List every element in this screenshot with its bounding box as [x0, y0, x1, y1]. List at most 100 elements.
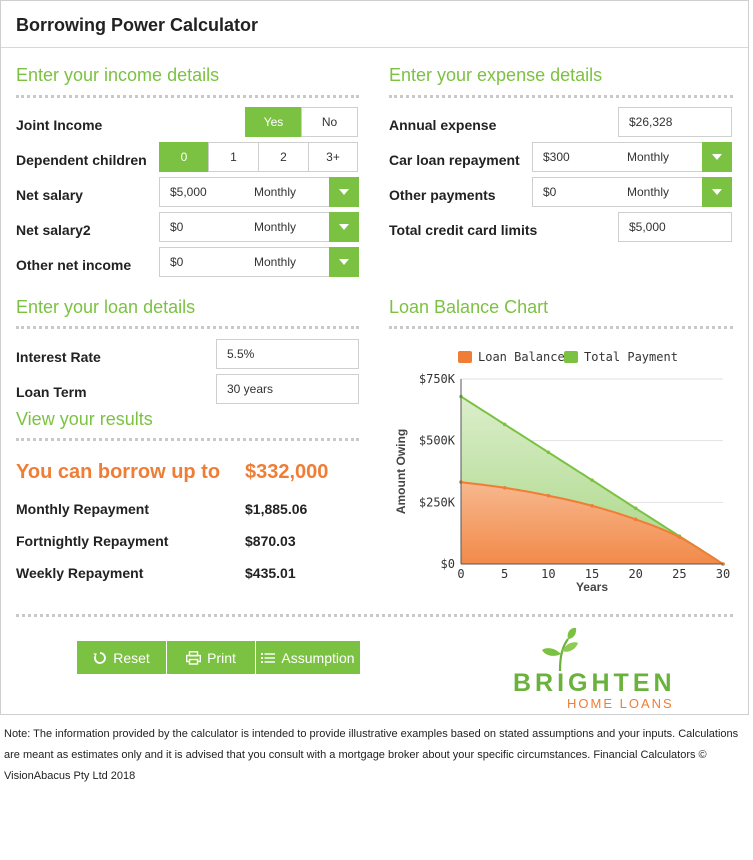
chevron-down-icon: [712, 189, 722, 195]
loan-balance-point: [546, 493, 551, 498]
legend-label: Total Payment: [584, 350, 678, 364]
weekly-repayment-label: Weekly Repayment: [16, 565, 144, 581]
dependents-option-2[interactable]: 2: [258, 142, 309, 172]
other-payments-frequency[interactable]: Monthly: [617, 177, 703, 207]
total-payment-point: [546, 450, 551, 455]
reset-label: Reset: [113, 649, 150, 666]
logo-subtext: HOME LOANS: [567, 696, 674, 711]
loan-balance-chart: $0 $250K $500K $750K 0 5 10 15 20 25 30 Years Amount…: [394, 350, 730, 594]
legend-swatch: [564, 351, 578, 363]
loan-balance-point: [590, 503, 594, 508]
other-net-income-frequency[interactable]: Monthly: [244, 247, 330, 277]
net-salary2-dropdown-button[interactable]: [329, 212, 359, 242]
monthly-repayment-value: $1,885.06: [245, 501, 308, 517]
page-title: Borrowing Power Calculator: [16, 15, 259, 35]
borrow-label: You can borrow up to: [16, 461, 221, 483]
dependents-option-0[interactable]: 0: [159, 142, 209, 172]
x-tick-label: 30: [716, 567, 730, 581]
car-loan-dropdown-button[interactable]: [702, 142, 732, 172]
chevron-down-icon: [712, 154, 722, 160]
brighten-leaf-logo-icon: [542, 627, 578, 672]
expense-heading: Enter your expense details: [389, 65, 603, 85]
divider: [16, 438, 359, 441]
net-salary-dropdown-button[interactable]: [329, 177, 359, 207]
divider: [16, 326, 359, 329]
net-salary-input[interactable]: $5,000: [159, 177, 245, 207]
calculator-panel: Borrowing Power Calculator Enter your in…: [0, 0, 749, 715]
divider: [16, 614, 733, 617]
other-net-income-input[interactable]: $0: [159, 247, 245, 277]
divider: [16, 95, 359, 98]
net-salary-frequency[interactable]: Monthly: [244, 177, 330, 207]
print-button[interactable]: Print: [167, 641, 255, 674]
loan-balance-point: [633, 517, 638, 522]
title-bar: Borrowing Power Calculator: [1, 1, 748, 48]
printer-icon: [186, 650, 202, 665]
assumption-label: Assumption: [281, 649, 355, 666]
net-salary-label: Net salary: [16, 187, 83, 203]
borrow-value: $332,000: [245, 461, 329, 483]
chart-heading: Loan Balance Chart: [389, 297, 549, 317]
reset-button[interactable]: Reset: [77, 641, 166, 674]
weekly-repayment-value: $435.01: [245, 565, 296, 581]
x-tick-label: 5: [501, 567, 508, 581]
x-tick-label: 0: [457, 567, 464, 581]
fortnightly-repayment-label: Fortnightly Repayment: [16, 533, 169, 549]
interest-rate-label: Interest Rate: [16, 349, 101, 365]
annual-expense-input[interactable]: $26,328: [618, 107, 732, 137]
list-icon: [261, 652, 276, 663]
legend-label: Loan Balance: [478, 350, 565, 364]
other-payments-label: Other payments: [389, 187, 496, 203]
loan-balance-point: [502, 485, 507, 490]
income-heading: Enter your income details: [16, 65, 220, 85]
footer-note: Note: The information provided by the ca…: [4, 728, 739, 782]
car-loan-frequency[interactable]: Monthly: [617, 142, 703, 172]
monthly-repayment-label: Monthly Repayment: [16, 501, 150, 517]
chevron-down-icon: [339, 189, 349, 195]
x-tick-label: 25: [672, 567, 686, 581]
dependent-children-label: Dependent children: [16, 152, 147, 168]
total-payment-point: [590, 478, 594, 482]
joint-income-yes[interactable]: Yes: [245, 107, 302, 137]
x-tick-label: 10: [541, 567, 555, 581]
loan-term-input[interactable]: 30 years: [216, 374, 359, 404]
x-tick-label: 15: [585, 567, 599, 581]
dependents-option-1[interactable]: 1: [208, 142, 259, 172]
legend-swatch: [458, 351, 472, 363]
credit-limits-label: Total credit card limits: [389, 222, 538, 238]
car-loan-input[interactable]: $300: [532, 142, 618, 172]
chevron-down-icon: [339, 259, 349, 265]
y-tick-label: $750K: [419, 372, 456, 386]
y-axis-title: Amount Owing: [394, 429, 408, 514]
loan-heading: Enter your loan details: [16, 297, 196, 317]
net-salary2-label: Net salary2: [16, 222, 91, 238]
print-label: Print: [207, 649, 236, 666]
divider: [389, 95, 733, 98]
net-salary2-frequency[interactable]: Monthly: [244, 212, 330, 242]
y-tick-label: $0: [441, 557, 455, 571]
car-loan-label: Car loan repayment: [389, 152, 520, 168]
other-net-income-dropdown-button[interactable]: [329, 247, 359, 277]
joint-income-label: Joint Income: [16, 117, 103, 133]
chevron-down-icon: [339, 224, 349, 230]
annual-expense-label: Annual expense: [389, 117, 497, 133]
net-salary2-input[interactable]: $0: [159, 212, 245, 242]
other-payments-dropdown-button[interactable]: [702, 177, 732, 207]
results-heading: View your results: [16, 409, 153, 429]
fortnightly-repayment-value: $870.03: [245, 533, 296, 549]
joint-income-no[interactable]: No: [301, 107, 358, 137]
logo-wordmark: BRIGHTEN: [513, 669, 676, 697]
loan-term-label: Loan Term: [16, 384, 87, 400]
assumption-button[interactable]: Assumption: [256, 641, 360, 674]
y-tick-label: $250K: [419, 495, 456, 509]
total-payment-point: [502, 422, 507, 427]
dependents-option-3plus[interactable]: 3+: [308, 142, 358, 172]
other-payments-input[interactable]: $0: [532, 177, 618, 207]
x-axis-title: Years: [576, 580, 608, 594]
interest-rate-input[interactable]: 5.5%: [216, 339, 359, 369]
reset-icon: [93, 651, 107, 664]
total-payment-point: [633, 506, 638, 511]
credit-limits-input[interactable]: $5,000: [618, 212, 732, 242]
x-tick-label: 20: [628, 567, 642, 581]
loan-balance-point: [677, 535, 682, 539]
